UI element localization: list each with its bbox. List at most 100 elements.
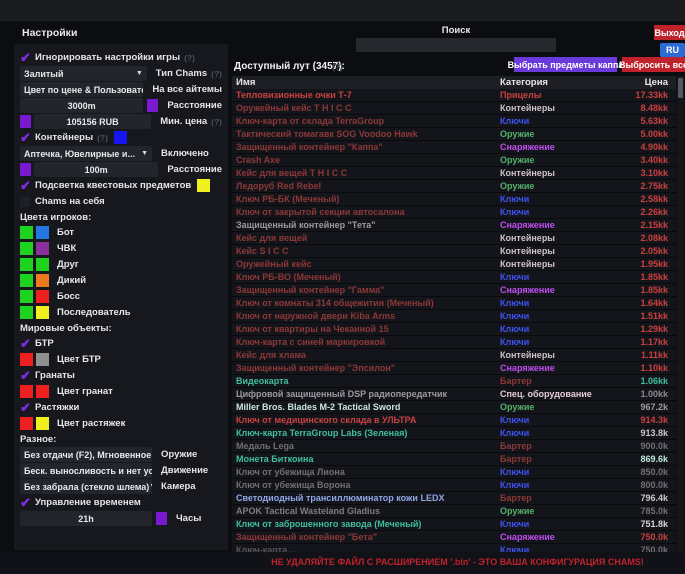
- search-input[interactable]: [356, 38, 556, 52]
- table-row[interactable]: Цифровой защищенный DSP радиопередатчикС…: [232, 388, 676, 401]
- settings-label: Гранаты: [35, 370, 75, 381]
- checkbox-checked[interactable]: ✔: [20, 497, 35, 509]
- checkbox-checked[interactable]: ✔: [20, 52, 35, 64]
- item-price-cell: 17.33kk: [616, 90, 676, 100]
- settings-row-input: 105156 RUBМин. цена(?): [20, 114, 222, 129]
- table-row[interactable]: Ключ РБ-БК (Меченый)Ключи2.58kk: [232, 193, 676, 206]
- table-row[interactable]: Ключ-карта от склада TerraGroupКлючи5.63…: [232, 115, 676, 128]
- column-header-price[interactable]: Цена: [616, 77, 676, 88]
- table-row[interactable]: Оружейный кейсКонтейнеры1.95kk: [232, 258, 676, 271]
- table-row[interactable]: Ключ-карта ...Ключи750.0k: [232, 544, 676, 552]
- color-swatch[interactable]: [36, 290, 49, 303]
- color-swatch[interactable]: [36, 306, 49, 319]
- drop-all-button[interactable]: Выбросить все: [622, 57, 685, 72]
- table-row[interactable]: Ледоруб Red RebelОружие2.75kk: [232, 180, 676, 193]
- color-swatch[interactable]: [197, 179, 210, 192]
- table-row[interactable]: Ключ от комнаты 314 общежития (Меченый)К…: [232, 297, 676, 310]
- color-swatch[interactable]: [20, 274, 33, 287]
- table-scrollbar-thumb[interactable]: [678, 78, 683, 98]
- exit-button[interactable]: Выход: [654, 25, 685, 40]
- table-row[interactable]: Ключ-карта с синей маркировкойКлючи1.17k…: [232, 336, 676, 349]
- item-name-cell: Ключ от наружной двери Kiba Arms: [232, 311, 500, 321]
- color-swatch[interactable]: [36, 385, 49, 398]
- color-swatch[interactable]: [36, 353, 49, 366]
- color-swatch[interactable]: [20, 417, 33, 430]
- color-swatch[interactable]: [147, 99, 158, 112]
- item-name-cell: Кейс для вещей: [232, 233, 500, 243]
- settings-row-colorpair: Цвет гранат: [20, 384, 222, 399]
- color-swatch[interactable]: [20, 226, 33, 239]
- color-swatch[interactable]: [20, 385, 33, 398]
- color-swatch[interactable]: [20, 290, 33, 303]
- value-input[interactable]: 105156 RUB: [34, 114, 151, 129]
- value-input[interactable]: 3000m: [20, 98, 143, 113]
- dropdown-select[interactable]: Цвет по цене & Пользователь▼: [20, 82, 143, 97]
- color-swatch[interactable]: [20, 242, 33, 255]
- color-swatch[interactable]: [36, 258, 49, 271]
- table-row[interactable]: Защищенный контейнер "Тета"Снаряжение2.1…: [232, 219, 676, 232]
- color-swatch[interactable]: [36, 242, 49, 255]
- table-row[interactable]: Защищенный контейнер "Гамма"Снаряжение1.…: [232, 284, 676, 297]
- color-swatch[interactable]: [36, 417, 49, 430]
- table-row[interactable]: Защищенный контейнер "Эпсилон"Снаряжение…: [232, 362, 676, 375]
- color-swatch[interactable]: [156, 512, 167, 525]
- color-swatch[interactable]: [20, 115, 31, 128]
- table-scrollbar[interactable]: [677, 76, 684, 557]
- column-header-category[interactable]: Категория: [500, 77, 616, 88]
- color-swatch[interactable]: [36, 274, 49, 287]
- checkbox-checked[interactable]: ✔: [20, 338, 35, 350]
- table-row[interactable]: Кейс для вещейКонтейнеры2.08kk: [232, 232, 676, 245]
- table-row[interactable]: Ключ-карта TerraGroup Labs (Зеленая)Ключ…: [232, 427, 676, 440]
- column-header-name[interactable]: Имя: [232, 77, 500, 88]
- dropdown-select[interactable]: Без отдачи (F2), Мгновенное п▼: [20, 447, 152, 462]
- table-row[interactable]: Защищенный контейнер "Бета"Снаряжение750…: [232, 531, 676, 544]
- color-swatch[interactable]: [20, 258, 33, 271]
- table-row[interactable]: Ключ от наружной двери Kiba ArmsКлючи1.5…: [232, 310, 676, 323]
- table-row[interactable]: Тепловизионные очки Т-7Прицелы17.33kk: [232, 89, 676, 102]
- table-row[interactable]: Защищенный контейнер "Каппа"Снаряжение4.…: [232, 141, 676, 154]
- checkbox-checked[interactable]: ✔: [20, 370, 35, 382]
- table-row[interactable]: APOK Tactical Wasteland GladiusОружие785…: [232, 505, 676, 518]
- table-row[interactable]: Ключ от убежища ЛионаКлючи850.0k: [232, 466, 676, 479]
- table-row[interactable]: Кейс для вещей T H I C CКонтейнеры3.10kk: [232, 167, 676, 180]
- table-row[interactable]: Ключ от закрытой секции автосалонаКлючи2…: [232, 206, 676, 219]
- table-row[interactable]: Crash AxeОружие3.40kk: [232, 154, 676, 167]
- checkbox-checked[interactable]: ✔: [20, 180, 35, 192]
- item-price-cell: 1.85kk: [616, 272, 676, 282]
- dropdown-select[interactable]: Без забрала (стекло шлема)▼: [20, 479, 152, 494]
- value-input[interactable]: 100m: [34, 162, 158, 177]
- color-swatch[interactable]: [36, 226, 49, 239]
- table-row[interactable]: Тактический томагавк SOG Voodoo HawkОруж…: [232, 128, 676, 141]
- item-price-cell: 4.90kk: [616, 142, 676, 152]
- table-row[interactable]: Ключ от медицинского склада в УЛЬТРАКлюч…: [232, 414, 676, 427]
- select-kappa-items-button[interactable]: Выбрать предметы каппа: [514, 57, 617, 72]
- settings-label: Расстояние: [167, 100, 222, 111]
- table-row[interactable]: Ключ от заброшенного завода (Меченый)Клю…: [232, 518, 676, 531]
- dropdown-select[interactable]: Беск. выносливость и нет уста:▼: [20, 463, 152, 478]
- value-input[interactable]: 21h: [20, 511, 152, 526]
- table-row[interactable]: ВидеокартаБартер1.06kk: [232, 375, 676, 388]
- table-row[interactable]: Кейс S I C CКонтейнеры2.05kk: [232, 245, 676, 258]
- color-swatch[interactable]: [20, 163, 31, 176]
- window-titlebar[interactable]: [0, 0, 685, 22]
- dropdown-select[interactable]: Аптечка, Ювелирные и...▼: [20, 146, 152, 161]
- color-swatch[interactable]: [20, 353, 33, 366]
- table-row[interactable]: Кейс для хламаКонтейнеры1.11kk: [232, 349, 676, 362]
- settings-label: Босс: [57, 291, 80, 302]
- table-row[interactable]: Ключ РБ-ВО (Меченый)Ключи1.85kk: [232, 271, 676, 284]
- table-row[interactable]: Miller Bros. Blades M-2 Tactical SwordОр…: [232, 401, 676, 414]
- color-swatch[interactable]: [20, 306, 33, 319]
- table-row[interactable]: Оружейный кейс T H I C CКонтейнеры8.48kk: [232, 102, 676, 115]
- table-row[interactable]: Светодиодный трансиллюминатор кожи LEDXБ…: [232, 492, 676, 505]
- checkbox[interactable]: [20, 196, 35, 208]
- table-row[interactable]: Ключ от убежища ВоронаКлючи800.0k: [232, 479, 676, 492]
- table-row[interactable]: Ключ от квартиры на Чеканной 15Ключи1.29…: [232, 323, 676, 336]
- color-swatch[interactable]: [114, 131, 127, 144]
- checkbox-checked[interactable]: ✔: [20, 132, 35, 144]
- item-name-cell: APOK Tactical Wasteland Gladius: [232, 506, 500, 516]
- language-button[interactable]: RU: [660, 43, 685, 57]
- table-row[interactable]: Медаль LegaБартер900.0k: [232, 440, 676, 453]
- checkbox-checked[interactable]: ✔: [20, 402, 35, 414]
- dropdown-select[interactable]: Залитый▼: [20, 66, 147, 81]
- table-row[interactable]: Монета БиткоинаБартер869.6k: [232, 453, 676, 466]
